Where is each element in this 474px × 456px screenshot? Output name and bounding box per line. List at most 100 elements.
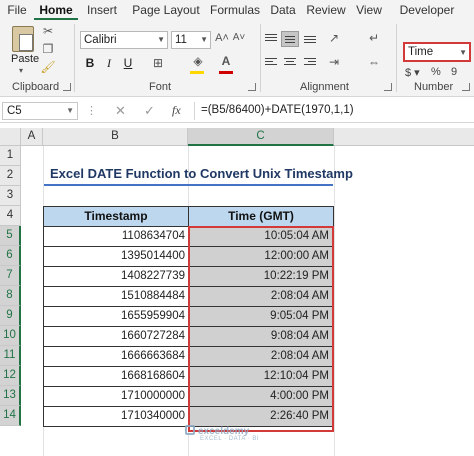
align-top-icon[interactable] bbox=[262, 31, 280, 47]
tab-view[interactable]: View bbox=[350, 0, 388, 20]
align-bottom-icon[interactable] bbox=[301, 31, 319, 47]
bold-button[interactable]: B bbox=[82, 56, 98, 70]
orientation-icon[interactable]: ↗ bbox=[326, 31, 342, 45]
alignment-launcher-icon[interactable] bbox=[384, 83, 392, 91]
increase-font-size-icon[interactable]: A˄ bbox=[214, 32, 230, 44]
font-color-icon[interactable]: A bbox=[218, 54, 234, 68]
time-cell[interactable]: 12:00:00 AM bbox=[188, 246, 334, 267]
align-middle-icon[interactable] bbox=[281, 31, 299, 47]
timestamp-cell[interactable]: 1108634704 bbox=[43, 226, 189, 247]
font-launcher-icon[interactable] bbox=[248, 83, 256, 91]
cut-icon[interactable]: ✂ bbox=[40, 24, 56, 38]
font-size-value: 11 bbox=[175, 34, 187, 46]
time-cell[interactable]: 2:08:04 AM bbox=[188, 346, 334, 367]
wrap-text-icon[interactable]: ↵ bbox=[366, 31, 382, 45]
tab-developer[interactable]: Developer bbox=[388, 0, 466, 20]
comma-format-icon[interactable]: 9 bbox=[451, 66, 457, 78]
number-format-value: Time bbox=[408, 46, 434, 58]
italic-button[interactable]: I bbox=[101, 56, 117, 71]
clipboard-group-label: Clipboard bbox=[12, 81, 60, 93]
column-header-b[interactable]: B bbox=[43, 128, 188, 146]
font-color-swatch bbox=[219, 71, 233, 74]
tab-data[interactable]: Data bbox=[264, 0, 302, 20]
font-name-select[interactable]: Calibri ▼ bbox=[80, 31, 168, 49]
column-header-a[interactable]: A bbox=[21, 128, 43, 146]
align-center-icon[interactable] bbox=[281, 55, 299, 71]
header-timestamp[interactable]: Timestamp bbox=[43, 206, 189, 227]
formula-bar-separator bbox=[194, 102, 195, 120]
select-all-corner[interactable] bbox=[0, 128, 21, 146]
time-cell[interactable]: 2:26:40 PM bbox=[188, 406, 334, 427]
tab-review[interactable]: Review bbox=[302, 0, 350, 20]
row-header[interactable]: 7 bbox=[0, 266, 21, 286]
align-left-icon[interactable] bbox=[262, 55, 280, 71]
underline-button[interactable]: U bbox=[120, 56, 136, 70]
tab-insert[interactable]: Insert bbox=[78, 0, 126, 20]
merge-center-icon[interactable]: ⇔ bbox=[366, 55, 382, 69]
watermark-tagline: EXCEL · DATA · BI bbox=[200, 436, 260, 442]
paste-dropdown-icon[interactable]: ▾ bbox=[19, 66, 23, 75]
font-size-select[interactable]: 11 ▼ bbox=[171, 31, 211, 49]
timestamp-cell[interactable]: 1510884484 bbox=[43, 286, 189, 307]
time-cell[interactable]: 12:10:04 PM bbox=[188, 366, 334, 387]
row-header[interactable]: 11 bbox=[0, 346, 21, 366]
timestamp-cell[interactable]: 1710340000 bbox=[43, 406, 189, 427]
row-header[interactable]: 13 bbox=[0, 386, 21, 406]
row-header[interactable]: 14 bbox=[0, 406, 21, 426]
paste-button[interactable]: Paste bbox=[11, 53, 39, 65]
cancel-icon[interactable]: ✕ bbox=[115, 103, 126, 119]
name-box[interactable]: C5 ▼ bbox=[2, 102, 78, 120]
font-group-label: Font bbox=[149, 81, 172, 93]
timestamp-cell[interactable]: 1655959904 bbox=[43, 306, 189, 327]
row-header[interactable]: 1 bbox=[0, 146, 21, 166]
row-header[interactable]: 10 bbox=[0, 326, 21, 346]
chevron-down-icon: ▼ bbox=[200, 35, 208, 44]
decrease-font-size-icon[interactable]: A˅ bbox=[231, 32, 247, 43]
alignment-group-label: Alignment bbox=[300, 81, 349, 93]
timestamp-cell[interactable]: 1710000000 bbox=[43, 386, 189, 407]
time-cell[interactable]: 4:00:00 PM bbox=[188, 386, 334, 407]
tab-formulas[interactable]: Formulas bbox=[206, 0, 264, 20]
time-cell[interactable]: 10:05:04 AM bbox=[188, 226, 334, 247]
align-right-icon[interactable] bbox=[301, 55, 319, 71]
row-header[interactable]: 5 bbox=[0, 226, 21, 246]
timestamp-cell[interactable]: 1668168604 bbox=[43, 366, 189, 387]
sheet-title[interactable]: Excel DATE Function to Convert Unix Time… bbox=[50, 166, 353, 181]
time-cell[interactable]: 9:08:04 AM bbox=[188, 326, 334, 347]
time-cell[interactable]: 2:08:04 AM bbox=[188, 286, 334, 307]
currency-format-icon[interactable]: $ ▾ bbox=[405, 66, 420, 79]
tab-file[interactable]: File bbox=[0, 0, 34, 20]
row-header[interactable]: 9 bbox=[0, 306, 21, 326]
time-cell[interactable]: 9:05:04 PM bbox=[188, 306, 334, 327]
timestamp-cell[interactable]: 1666663684 bbox=[43, 346, 189, 367]
tab-home[interactable]: Home bbox=[34, 0, 78, 20]
ribbon-tabs: File Home Insert Page Layout Formulas Da… bbox=[0, 0, 474, 20]
row-header[interactable]: 2 bbox=[0, 166, 21, 186]
enter-icon[interactable]: ✓ bbox=[144, 103, 155, 119]
indent-icon[interactable]: ⇥ bbox=[326, 55, 342, 69]
row-header[interactable]: 4 bbox=[0, 206, 21, 226]
row-header[interactable]: 8 bbox=[0, 286, 21, 306]
fill-color-icon[interactable]: ◈ bbox=[190, 54, 206, 68]
row-header[interactable]: 12 bbox=[0, 366, 21, 386]
copy-icon[interactable]: ❐ bbox=[40, 42, 56, 56]
header-time[interactable]: Time (GMT) bbox=[188, 206, 334, 227]
timestamp-cell[interactable]: 1408227739 bbox=[43, 266, 189, 287]
format-painter-icon[interactable]: 🖌 bbox=[40, 60, 56, 74]
timestamp-cell[interactable]: 1660727284 bbox=[43, 326, 189, 347]
percent-format-icon[interactable]: % bbox=[431, 66, 441, 78]
number-format-select[interactable]: Time ▼ bbox=[403, 42, 471, 62]
row-header[interactable]: 6 bbox=[0, 246, 21, 266]
insert-function-button[interactable]: fx bbox=[172, 103, 181, 118]
row-header[interactable]: 3 bbox=[0, 186, 21, 206]
time-cell[interactable]: 10:22:19 PM bbox=[188, 266, 334, 287]
clipboard-launcher-icon[interactable] bbox=[63, 83, 71, 91]
column-header-c[interactable]: C bbox=[188, 128, 334, 146]
timestamp-cell[interactable]: 1395014400 bbox=[43, 246, 189, 267]
borders-icon[interactable]: ⊞ bbox=[150, 56, 166, 70]
tab-page-layout[interactable]: Page Layout bbox=[126, 0, 206, 20]
more-icon[interactable]: ⋮ bbox=[86, 104, 97, 117]
number-launcher-icon[interactable] bbox=[462, 83, 470, 91]
paste-icon[interactable] bbox=[12, 26, 34, 52]
formula-input[interactable]: =(B5/86400)+DATE(1970,1,1) bbox=[201, 104, 354, 116]
